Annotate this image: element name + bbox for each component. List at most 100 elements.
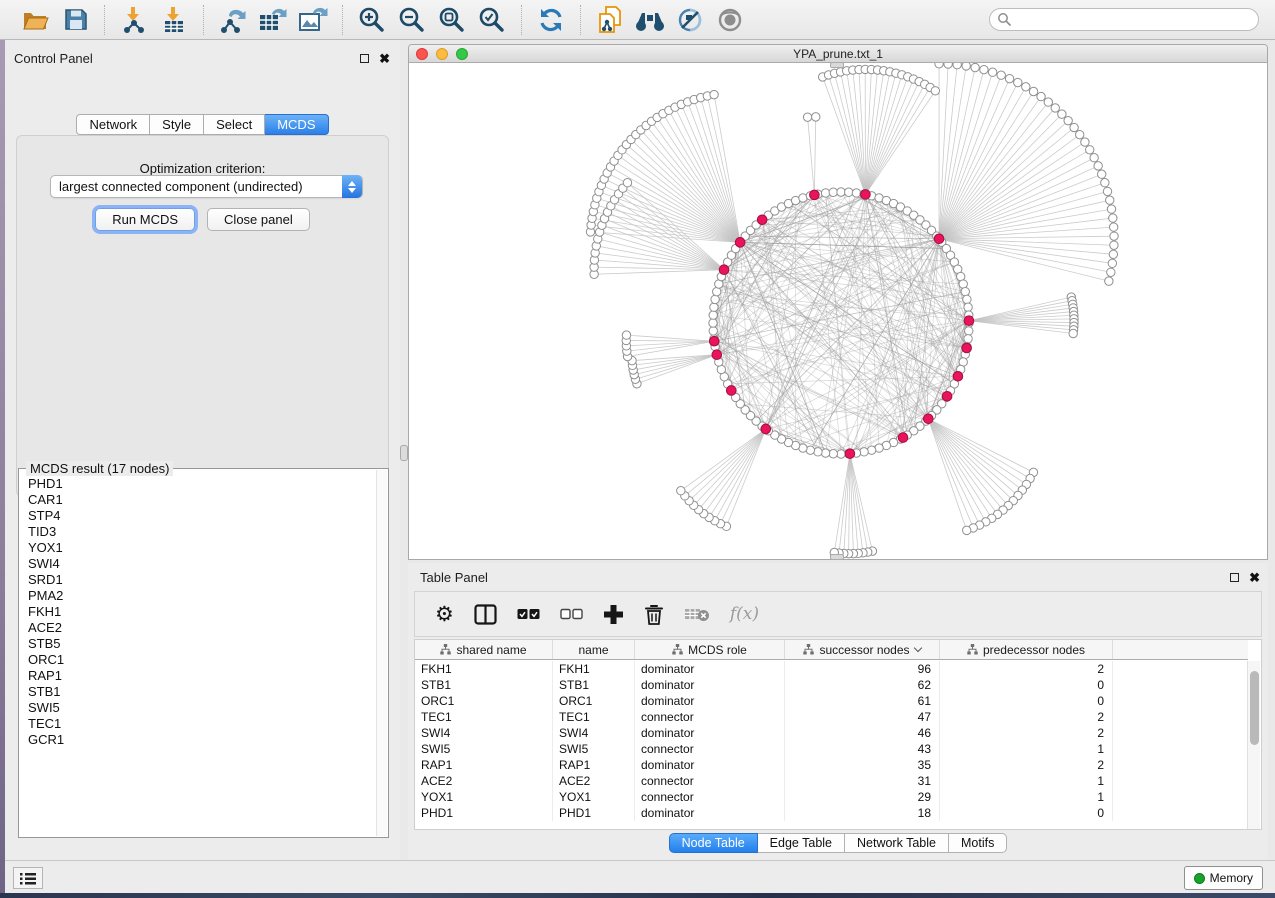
- table-cell[interactable]: 1: [940, 741, 1113, 757]
- table-cell[interactable]: 2: [940, 725, 1113, 741]
- network-window-titlebar[interactable]: YPA_prune.txt_1: [409, 45, 1267, 63]
- table-row-STB1[interactable]: STB1STB1dominator620: [415, 677, 1248, 693]
- table-row-ORC1[interactable]: ORC1ORC1dominator610: [415, 693, 1248, 709]
- network-node[interactable]: [959, 280, 967, 288]
- open-session-button[interactable]: [18, 4, 52, 36]
- mcds-hub-node[interactable]: [735, 238, 745, 248]
- network-satellite-node[interactable]: [1064, 116, 1072, 124]
- network-satellite-node[interactable]: [1037, 92, 1045, 100]
- network-node[interactable]: [829, 188, 837, 196]
- network-satellite-node[interactable]: [971, 63, 979, 71]
- table-cell[interactable]: 29: [785, 789, 940, 805]
- table-cell[interactable]: dominator: [635, 661, 785, 677]
- table-cell[interactable]: 0: [940, 677, 1113, 693]
- table-cell[interactable]: 47: [785, 709, 940, 725]
- table-cell[interactable]: RAP1: [415, 757, 553, 773]
- mcds-result-item[interactable]: ACE2: [19, 620, 376, 636]
- table-cell[interactable]: SWI5: [415, 741, 553, 757]
- network-node[interactable]: [710, 303, 718, 311]
- network-satellite-node[interactable]: [1022, 83, 1030, 91]
- network-satellite-node[interactable]: [1086, 146, 1094, 154]
- network-satellite-node[interactable]: [1108, 259, 1116, 267]
- tab-select[interactable]: Select: [204, 114, 265, 135]
- network-node[interactable]: [964, 335, 972, 343]
- tab-mcds[interactable]: MCDS: [265, 114, 328, 135]
- close-table-panel-icon[interactable]: ✖: [1249, 573, 1260, 582]
- add-column-button[interactable]: [603, 599, 624, 629]
- result-list-scrollbar[interactable]: [376, 470, 387, 836]
- network-node[interactable]: [965, 327, 973, 335]
- network-satellite-node[interactable]: [1109, 214, 1117, 222]
- mcds-hub-node[interactable]: [709, 336, 719, 346]
- table-cell[interactable]: dominator: [635, 805, 785, 821]
- table-cell[interactable]: TEC1: [415, 709, 553, 725]
- table-cell[interactable]: dominator: [635, 693, 785, 709]
- delete-column-button[interactable]: [644, 599, 664, 629]
- table-row-RAP1[interactable]: RAP1RAP1dominator352: [415, 757, 1248, 773]
- network-satellite-node[interactable]: [1014, 78, 1022, 86]
- table-cell[interactable]: 0: [940, 693, 1113, 709]
- table-cell[interactable]: TEC1: [553, 709, 635, 725]
- delete-table-button[interactable]: [684, 599, 710, 629]
- column-header-name[interactable]: name: [553, 640, 635, 659]
- network-node[interactable]: [963, 295, 971, 303]
- network-satellite-node[interactable]: [1070, 123, 1078, 131]
- network-graph[interactable]: [409, 63, 1267, 559]
- export-image-button[interactable]: [296, 4, 330, 36]
- table-cell[interactable]: dominator: [635, 725, 785, 741]
- top-splitter-grip[interactable]: [830, 62, 844, 68]
- network-node[interactable]: [814, 448, 822, 456]
- table-cell[interactable]: RAP1: [553, 757, 635, 773]
- table-cell[interactable]: 35: [785, 757, 940, 773]
- table-cell[interactable]: 1: [940, 773, 1113, 789]
- network-node[interactable]: [852, 189, 860, 197]
- network-satellite-node[interactable]: [1058, 110, 1066, 118]
- mcds-hub-node[interactable]: [726, 386, 736, 396]
- table-row-ACE2[interactable]: ACE2ACE2connector311: [415, 773, 1248, 789]
- table-row-PHD1[interactable]: PHD1PHD1dominator180: [415, 805, 1248, 821]
- tab-edge-table[interactable]: Edge Table: [758, 833, 845, 853]
- network-satellite-node[interactable]: [1069, 329, 1077, 337]
- network-satellite-node[interactable]: [1044, 98, 1052, 106]
- new-network-from-selection-button[interactable]: [593, 4, 627, 36]
- mcds-hub-node[interactable]: [934, 234, 944, 244]
- table-cell[interactable]: PHD1: [553, 805, 635, 821]
- bottom-splitter-grip[interactable]: [830, 554, 844, 560]
- network-node[interactable]: [837, 188, 845, 196]
- mcds-hub-node[interactable]: [942, 391, 952, 401]
- import-table-button[interactable]: [157, 4, 191, 36]
- mcds-result-item[interactable]: STB5: [19, 636, 376, 652]
- mcds-hub-node[interactable]: [898, 433, 908, 443]
- network-satellite-node[interactable]: [1107, 268, 1115, 276]
- network-satellite-node[interactable]: [623, 179, 631, 187]
- network-satellite-node[interactable]: [1109, 250, 1117, 258]
- network-satellite-node[interactable]: [931, 87, 939, 95]
- column-header-successor-nodes[interactable]: successor nodes: [785, 640, 940, 659]
- function-builder-button[interactable]: f(x): [730, 599, 759, 629]
- export-network-button[interactable]: [216, 4, 250, 36]
- table-cell[interactable]: 0: [940, 805, 1113, 821]
- search-input[interactable]: [989, 8, 1259, 31]
- mcds-result-item[interactable]: GCR1: [19, 732, 376, 748]
- network-node[interactable]: [829, 450, 837, 458]
- table-cell[interactable]: STB1: [415, 677, 553, 693]
- network-node[interactable]: [961, 287, 969, 295]
- mcds-result-item[interactable]: TID3: [19, 524, 376, 540]
- mcds-hub-node[interactable]: [964, 316, 974, 326]
- vertical-splitter[interactable]: [400, 40, 408, 860]
- table-scrollbar-thumb[interactable]: [1250, 671, 1259, 745]
- network-satellite-node[interactable]: [1107, 205, 1115, 213]
- network-satellite-node[interactable]: [980, 65, 988, 73]
- table-cell[interactable]: ACE2: [415, 773, 553, 789]
- table-cell[interactable]: 18: [785, 805, 940, 821]
- table-cell[interactable]: STB1: [553, 677, 635, 693]
- network-canvas[interactable]: [409, 63, 1267, 559]
- table-cell[interactable]: YOX1: [553, 789, 635, 805]
- network-satellite-node[interactable]: [1090, 154, 1098, 162]
- table-cell[interactable]: ORC1: [553, 693, 635, 709]
- network-satellite-node[interactable]: [944, 63, 952, 68]
- table-cell[interactable]: 31: [785, 773, 940, 789]
- mcds-hub-node[interactable]: [923, 414, 933, 424]
- table-cell[interactable]: SWI5: [553, 741, 635, 757]
- table-cell[interactable]: 43: [785, 741, 940, 757]
